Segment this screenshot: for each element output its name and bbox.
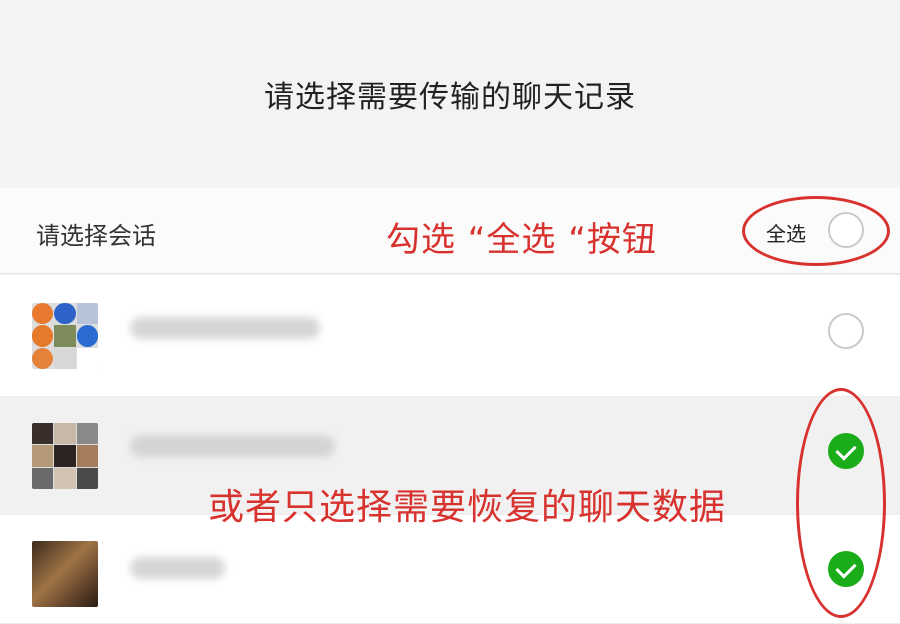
page-title: 请选择需要传输的聊天记录 — [264, 80, 636, 115]
checked-items-highlight-ellipse — [796, 388, 886, 618]
conversation-name-redacted — [130, 317, 320, 339]
conversation-name-redacted — [130, 557, 225, 579]
page-header: 请选择需要传输的聊天记录 — [0, 0, 900, 188]
conversation-checkbox[interactable] — [828, 313, 864, 349]
group-avatar — [32, 303, 98, 369]
conversation-row[interactable] — [0, 515, 900, 624]
select-all-highlight-ellipse — [742, 196, 890, 266]
conversation-row[interactable] — [0, 275, 900, 397]
group-avatar — [32, 423, 98, 489]
select-conversation-label: 请选择会话 — [36, 222, 156, 250]
conversation-name-redacted — [130, 435, 335, 457]
contact-avatar — [32, 541, 98, 607]
partial-select-annotation: 或者只选择需要恢复的聊天数据 — [208, 487, 727, 528]
select-all-annotation: 勾选 “全选 “按钮 — [386, 220, 657, 260]
